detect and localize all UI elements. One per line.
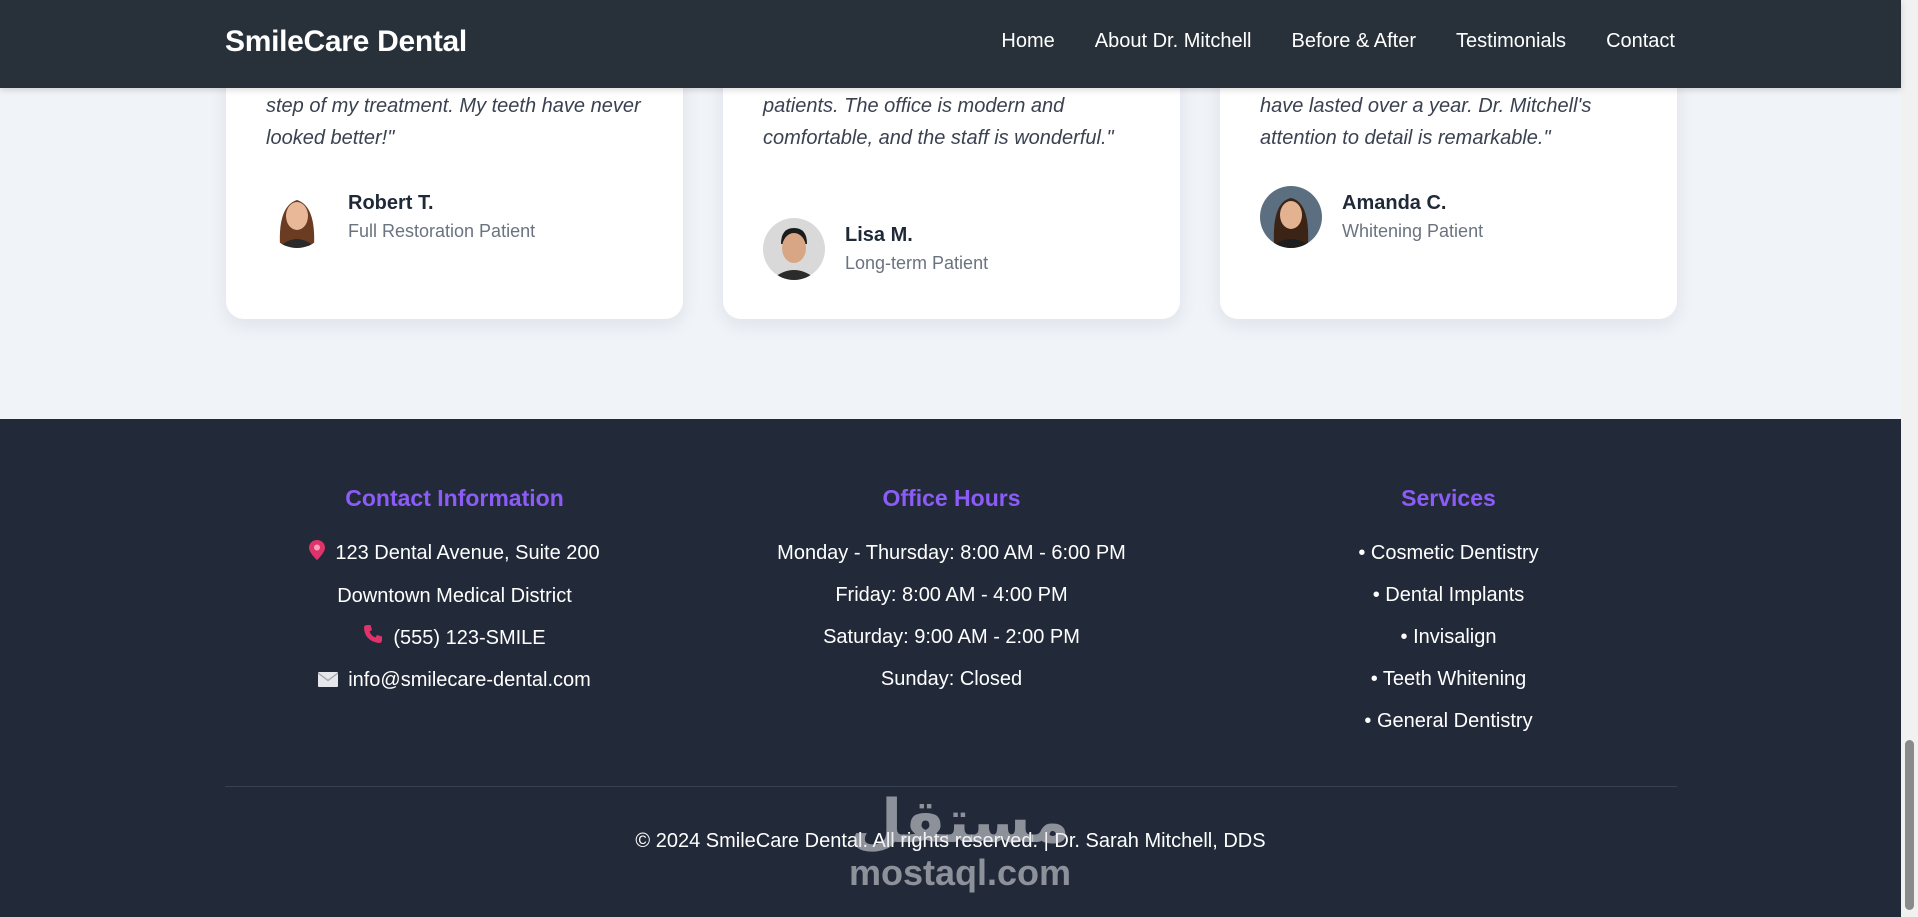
testimonial-quote: patients. The office is modern and comfo… <box>763 95 1114 149</box>
hours-line: Sunday: Closed <box>880 668 1023 690</box>
phone-icon <box>363 617 383 659</box>
testimonial-author: Amanda C. Whitening Patient <box>1260 186 1483 248</box>
author-name: Lisa M. <box>845 224 913 246</box>
email-line: info@smilecare-dental.com <box>226 659 683 702</box>
hours-column: Office Hours Monday - Thursday: 8:00 AM … <box>723 485 1180 700</box>
hours-line: Saturday: 9:00 AM - 2:00 PM <box>823 626 1080 648</box>
envelope-icon <box>317 660 339 702</box>
service-item[interactable]: • Cosmetic Dentistry <box>1220 532 1677 574</box>
avatar <box>1260 186 1322 248</box>
address-line-2: Downtown Medical District <box>337 584 572 607</box>
nav-link-about[interactable]: About Dr. Mitchell <box>1095 30 1252 53</box>
contact-column: Contact Information 123 Dental Avenue, S… <box>226 485 683 702</box>
testimonial-quote: step of my treatment. My teeth have neve… <box>266 95 641 149</box>
avatar <box>763 218 825 280</box>
nav-link-testimonials[interactable]: Testimonials <box>1456 30 1566 53</box>
footer-divider <box>225 786 1677 787</box>
brand-logo[interactable]: SmileCare Dental <box>225 25 467 59</box>
service-item[interactable]: • General Dentistry <box>1220 700 1677 742</box>
pin-icon <box>309 533 326 575</box>
footer: Contact Information 123 Dental Avenue, S… <box>0 419 1901 917</box>
hours-line: Monday - Thursday: 8:00 AM - 6:00 PM <box>777 542 1126 564</box>
testimonial-author: Robert T. Full Restoration Patient <box>266 186 535 248</box>
top-navbar: SmileCare Dental Home About Dr. Mitchell… <box>0 0 1901 88</box>
author-role: Full Restoration Patient <box>348 221 536 241</box>
nav-links: Home About Dr. Mitchell Before & After T… <box>1001 30 1675 53</box>
author-name: Amanda C. <box>1342 192 1447 214</box>
testimonial-author: Lisa M. Long-term Patient <box>763 218 988 280</box>
copyright-text: © 2024 SmileCare Dental. All rights rese… <box>635 830 1266 852</box>
services-column: Services • Cosmetic Dentistry • Dental I… <box>1220 485 1677 742</box>
page-scrollbar[interactable] <box>1901 0 1918 917</box>
address-line-1: 123 Dental Avenue, Suite 200 <box>335 542 600 564</box>
watermark-latin: mostaql.com <box>848 852 1072 893</box>
nav-link-home[interactable]: Home <box>1001 30 1054 53</box>
service-item[interactable]: • Invisalign <box>1220 616 1677 658</box>
email-address[interactable]: info@smilecare-dental.com <box>348 669 591 691</box>
hours-heading: Office Hours <box>882 485 1021 511</box>
author-role: Whitening Patient <box>1342 221 1484 241</box>
phone-number[interactable]: (555) 123-SMILE <box>393 627 545 649</box>
nav-link-contact[interactable]: Contact <box>1606 30 1675 53</box>
contact-heading: Contact Information <box>345 485 564 511</box>
services-heading: Services <box>1401 485 1496 511</box>
author-role: Long-term Patient <box>845 253 989 273</box>
service-item[interactable]: • Dental Implants <box>1220 574 1677 616</box>
scrollbar-thumb[interactable] <box>1905 740 1914 910</box>
hours-line: Friday: 8:00 AM - 4:00 PM <box>835 584 1068 606</box>
phone-line: (555) 123-SMILE <box>226 617 683 660</box>
avatar <box>266 186 328 248</box>
service-item[interactable]: • Teeth Whitening <box>1220 658 1677 700</box>
testimonial-quote: have lasted over a year. Dr. Mitchell's … <box>1260 95 1592 149</box>
author-name: Robert T. <box>348 192 434 214</box>
nav-link-before-after[interactable]: Before & After <box>1292 30 1417 53</box>
address-line: 123 Dental Avenue, Suite 200 <box>226 532 683 575</box>
